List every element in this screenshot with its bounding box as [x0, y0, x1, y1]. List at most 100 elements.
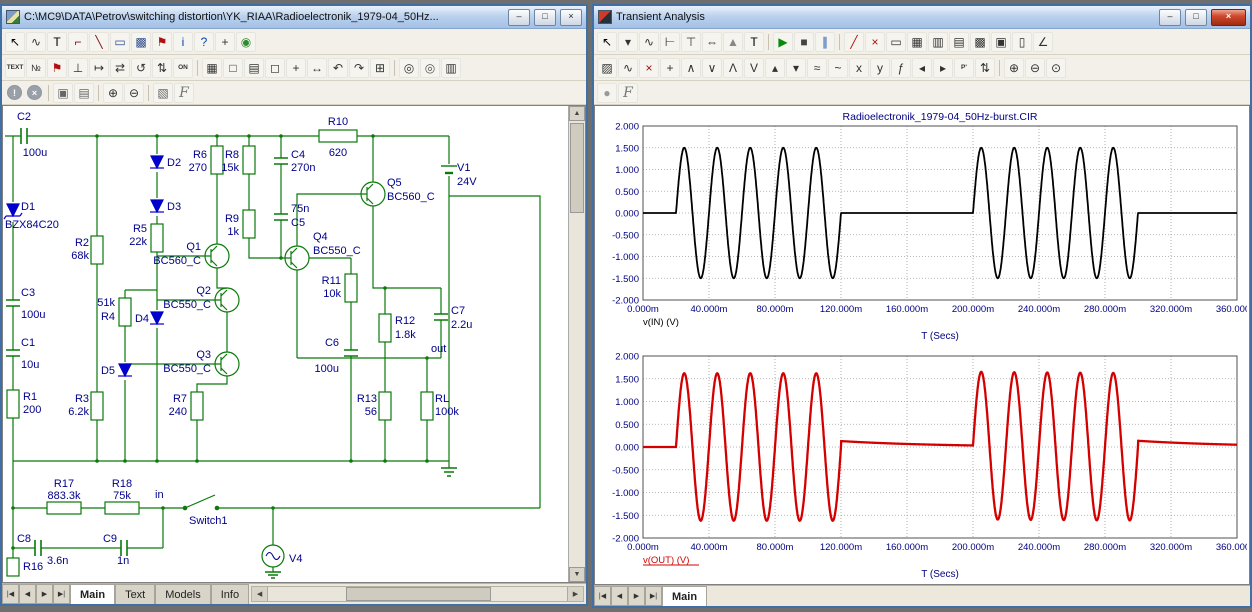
component-label[interactable]: BC560_C: [153, 255, 201, 267]
border-toggle-icon[interactable]: □: [223, 58, 243, 78]
component-label[interactable]: 68k: [71, 250, 89, 262]
component-label[interactable]: 10u: [21, 359, 39, 371]
go-to-performance-icon[interactable]: ƒ: [891, 58, 911, 78]
component-label[interactable]: R5: [133, 223, 147, 235]
toggle-on-icon[interactable]: ON: [173, 58, 193, 78]
component-label[interactable]: Switch1: [189, 515, 228, 527]
component-label[interactable]: 24V: [457, 176, 477, 188]
disable-badge-icon[interactable]: ×: [27, 85, 42, 100]
pan-tool-icon[interactable]: ↔: [307, 58, 327, 78]
component-label[interactable]: D5: [101, 365, 115, 377]
low-point-icon[interactable]: V: [744, 58, 764, 78]
vertical-tag-icon[interactable]: ⊤: [681, 32, 701, 52]
point-tag-tool-icon[interactable]: +: [215, 32, 235, 52]
tab-scroll-button-0[interactable]: |◀: [2, 584, 19, 604]
component-label[interactable]: C9: [103, 533, 117, 545]
component-label[interactable]: 620: [329, 147, 347, 159]
component-label[interactable]: 270n: [291, 162, 315, 174]
stop-button-icon[interactable]: ■: [794, 32, 814, 52]
component-label[interactable]: R9: [225, 213, 239, 225]
hscroll-track[interactable]: [268, 587, 567, 601]
legend-label[interactable]: v(IN) (V): [643, 317, 679, 328]
undo-icon[interactable]: ↶: [328, 58, 348, 78]
component-label[interactable]: C6: [325, 337, 339, 349]
maximize-button[interactable]: □: [534, 9, 556, 26]
tab-text[interactable]: Text: [115, 584, 155, 604]
bottom-marker-icon[interactable]: ▾: [786, 58, 806, 78]
schematic-canvas[interactable]: C2100uR10620V124VD1BZX84C20D2D3R6270R815…: [3, 106, 569, 583]
component-label[interactable]: C8: [17, 533, 31, 545]
component-label[interactable]: C7: [451, 305, 465, 317]
component-label[interactable]: C2: [17, 111, 31, 123]
numeric-list-icon[interactable]: ▤: [949, 32, 969, 52]
align-cursors-icon[interactable]: ⇅: [975, 58, 995, 78]
component-label[interactable]: 51k: [97, 297, 115, 309]
component-label[interactable]: R1: [23, 391, 37, 403]
horizontal-scrollbar[interactable]: ◀ ▶: [251, 586, 584, 602]
go-to-y-icon[interactable]: y: [870, 58, 890, 78]
slope-tool-icon[interactable]: ∠: [1033, 32, 1053, 52]
component-label[interactable]: 75k: [113, 490, 131, 502]
component-label[interactable]: D1: [21, 201, 35, 213]
component-label[interactable]: 240: [169, 406, 187, 418]
grid-options-icon[interactable]: ▦: [202, 58, 222, 78]
component-label[interactable]: C3: [21, 287, 35, 299]
pause-button-icon[interactable]: ∥: [815, 32, 835, 52]
zoom-out-icon[interactable]: ⊖: [124, 83, 144, 103]
component-label[interactable]: R18: [112, 478, 132, 490]
global-low-icon[interactable]: ~: [828, 58, 848, 78]
component-label[interactable]: 883.3k: [47, 490, 81, 502]
tab-scroll-button-2[interactable]: ▶: [36, 584, 53, 604]
flip-vertical-icon[interactable]: ⇅: [152, 58, 172, 78]
tab-scroll-button-3[interactable]: ▶|: [645, 586, 662, 606]
rotate-icon[interactable]: ↺: [131, 58, 151, 78]
power-label-icon[interactable]: P': [954, 58, 974, 78]
schematic-titlebar[interactable]: C:\MC9\DATA\Petrov\switching distortion\…: [2, 6, 586, 29]
close-button[interactable]: ×: [560, 9, 582, 26]
next-valley-icon[interactable]: ∨: [702, 58, 722, 78]
component-label[interactable]: R7: [173, 393, 187, 405]
component-tool-icon[interactable]: ∿: [26, 32, 46, 52]
component-label[interactable]: D3: [167, 201, 181, 213]
component-label[interactable]: R4: [101, 311, 115, 323]
tab-scroll-button-2[interactable]: ▶: [628, 586, 645, 606]
component-label[interactable]: 22k: [129, 236, 147, 248]
wire-tool-icon[interactable]: ⌐: [68, 32, 88, 52]
battery-v1[interactable]: [441, 166, 457, 173]
mirror-icon[interactable]: ⇄: [110, 58, 130, 78]
diagonal-wire-tool-icon[interactable]: ╲: [89, 32, 109, 52]
component-label[interactable]: 200: [23, 404, 41, 416]
high-point-icon[interactable]: Λ: [723, 58, 743, 78]
find-icon[interactable]: ◎: [399, 58, 419, 78]
legend-label[interactable]: v(OUT) (V): [643, 555, 689, 566]
zoom-out-icon[interactable]: ⊖: [1025, 58, 1045, 78]
top-marker-icon[interactable]: ▴: [765, 58, 785, 78]
ground-stamp-icon[interactable]: ⊥: [68, 58, 88, 78]
pin-numbers-icon[interactable]: №: [26, 58, 46, 78]
state-window-icon[interactable]: ▣: [991, 32, 1011, 52]
component-label[interactable]: D2: [167, 157, 181, 169]
component-label[interactable]: 56: [365, 406, 377, 418]
crosshair-icon[interactable]: +: [286, 58, 306, 78]
next-peak-icon[interactable]: ∧: [681, 58, 701, 78]
flag-stamp-icon[interactable]: ⚑: [47, 58, 67, 78]
component-label[interactable]: R11: [322, 275, 341, 287]
copy-page-icon[interactable]: ▤: [74, 83, 94, 103]
component-label[interactable]: R17: [54, 478, 74, 490]
component-label[interactable]: 270: [189, 162, 207, 174]
hscroll-left-button[interactable]: ◀: [252, 587, 268, 601]
component-label[interactable]: R8: [225, 149, 239, 161]
component-label[interactable]: RL: [435, 393, 449, 405]
component-label[interactable]: 100u: [21, 309, 45, 321]
snapshot-icon[interactable]: ▧: [153, 83, 173, 103]
watch-window-icon[interactable]: ▩: [970, 32, 990, 52]
component-label[interactable]: C4: [291, 149, 305, 161]
tag-right-icon[interactable]: ▸: [933, 58, 953, 78]
analysis-titlebar[interactable]: Transient Analysis – □ ×: [594, 6, 1250, 29]
cursor-points-icon[interactable]: ×: [865, 32, 885, 52]
component-label[interactable]: 2.2u: [451, 319, 472, 331]
tab-main[interactable]: Main: [70, 584, 115, 604]
component-label[interactable]: BC550_C: [313, 245, 361, 257]
component-label[interactable]: BZX84C20: [5, 219, 59, 231]
redo-icon[interactable]: ↷: [349, 58, 369, 78]
